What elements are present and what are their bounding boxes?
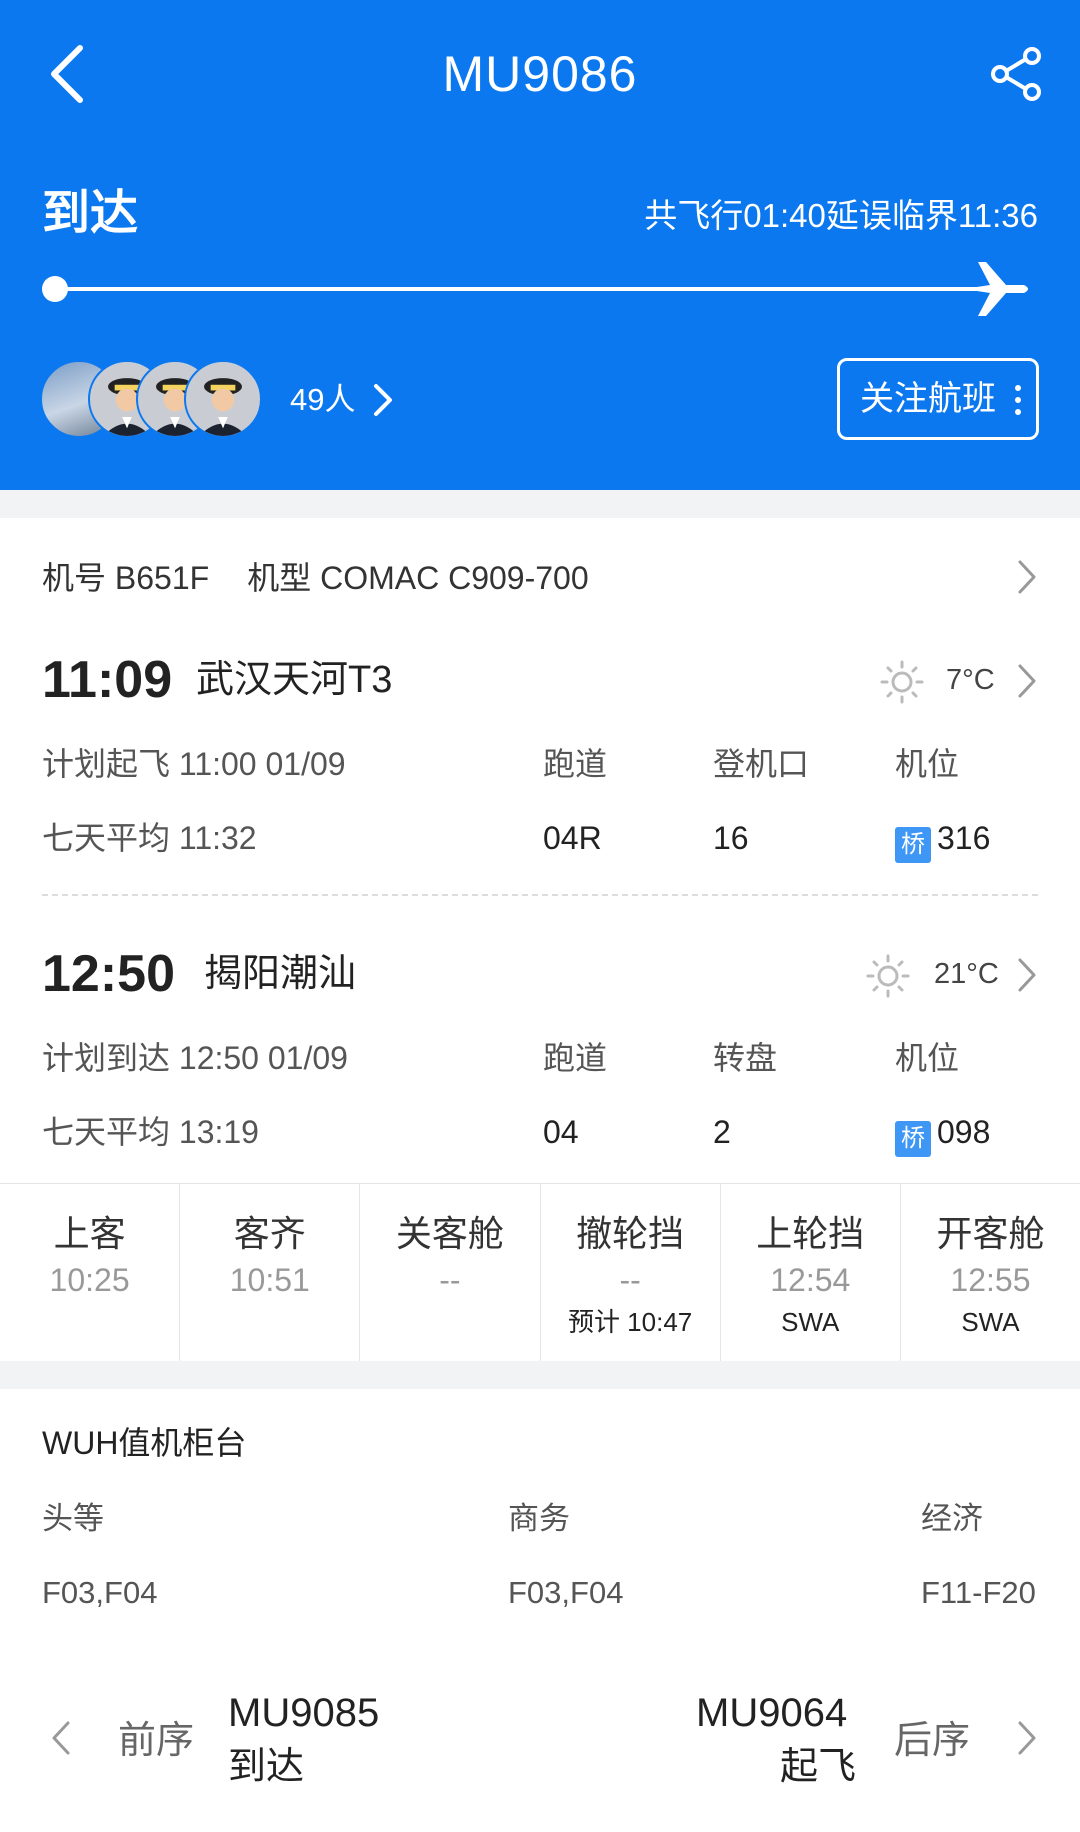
event-note: 预计 10:47 [567,1307,693,1337]
aircraft-type: 机型 COMAC C909-700 [247,560,589,596]
departure-row[interactable]: 11:09 武汉天河T3 7°C [42,648,1042,709]
sunny-icon [866,954,910,998]
more-dots-icon [1014,385,1022,415]
arrival-carousel-label: 转盘 [713,1040,778,1076]
event-name: 撤轮挡 [576,1213,685,1254]
flight-status: 到达 [42,187,139,240]
crew-avatars[interactable] [40,360,270,440]
arrival-runway-value: 04 [543,1114,579,1150]
next-flight-number[interactable]: MU9064 [696,1687,847,1739]
follow-flight-label: 关注航班 [860,380,996,418]
airplane-icon [964,262,1028,316]
next-flight-status: 起飞 [780,1746,857,1788]
event-boarding-complete[interactable]: 客齐 10:51 [180,1184,361,1361]
event-boarding[interactable]: 上客 10:25 [0,1184,181,1361]
event-time: 10:51 [229,1262,310,1298]
pilot-avatar [184,360,262,438]
event-name: 客齐 [233,1213,306,1254]
event-name: 上客 [53,1213,126,1254]
event-name: 关客舱 [395,1213,504,1254]
departure-stand-label: 机位 [895,746,960,782]
progress-origin-dot [42,276,68,302]
first-class-label: 头等 [42,1501,104,1536]
event-name: 上轮挡 [756,1213,865,1254]
follow-flight-button[interactable]: 关注航班 [837,358,1039,440]
departure-stand-value: 桥 316 [895,818,990,863]
chevron-right-icon[interactable] [1016,558,1038,596]
event-chocks-off[interactable]: 撤轮挡 -- 预计 10:47 [541,1184,721,1361]
previous-flight-number[interactable]: MU9085 [228,1687,379,1739]
chevron-right-icon[interactable] [1016,1719,1038,1757]
flight-progress-bar [54,287,1004,291]
departure-runway-label: 跑道 [543,746,608,782]
chevron-left-icon[interactable] [50,1719,72,1757]
chevron-right-icon[interactable] [1016,956,1038,994]
departure-gate-label: 登机口 [713,746,810,782]
economy-class-label: 经济 [921,1501,983,1536]
first-class-counters: F03,F04 [42,1575,158,1610]
departure-seven-day-average: 七天平均 11:32 [42,820,257,856]
sunny-icon [880,660,924,704]
arrival-stand-value: 桥 098 [895,1112,990,1157]
arrival-stand-label: 机位 [895,1040,960,1076]
departure-temperature: 7°C [946,664,995,696]
checkin-title: WUH值机柜台 [42,1425,247,1461]
event-time: 12:54 [770,1262,851,1298]
page-title: MU9086 [442,46,638,102]
chevron-right-icon[interactable] [1016,662,1038,700]
arrival-carousel-value: 2 [713,1114,731,1150]
arrival-stand-number: 098 [937,1114,991,1150]
flight-duration-summary: 共飞行01:40延误临界11:36 [644,197,1038,234]
event-time: -- [619,1262,641,1298]
event-chocks-on[interactable]: 上轮挡 12:54 SWA [721,1184,901,1361]
departure-planned-time: 计划起飞 11:00 01/09 [42,746,346,782]
next-flight-label[interactable]: 后序 [894,1717,970,1765]
event-note: SWA [781,1307,840,1337]
arrival-temperature: 21°C [934,958,999,990]
arrival-actual-time: 12:50 [42,945,175,1003]
business-class-label: 商务 [508,1501,570,1536]
checkin-counter-section: WUH值机柜台 头等 商务 经济 F03,F04 F03,F04 F11-F20… [0,1389,1080,1832]
event-name: 开客舱 [936,1213,1045,1254]
event-cabin-door-open[interactable]: 开客舱 12:55 SWA [901,1184,1080,1361]
arrival-row[interactable]: 12:50 揭阳潮汕 21°C [42,942,1042,1003]
event-cabin-door-closed[interactable]: 关客舱 -- [360,1184,541,1361]
crew-count[interactable]: 49人 [290,380,355,420]
flight-header: MU9086 到达 共飞行01:40延误临界11:36 49人 关注航班 [0,0,1080,490]
economy-class-counters: F11-F20 [921,1575,1036,1610]
share-icon[interactable] [986,44,1046,104]
aircraft-info[interactable]: 机号 B651F 机型 COMAC C909-700 [42,556,627,600]
arrival-runway-label: 跑道 [543,1040,608,1076]
arrival-planned-time: 计划到达 12:50 01/09 [42,1040,348,1076]
chevron-right-icon[interactable] [370,382,396,418]
previous-flight-status: 到达 [228,1746,305,1788]
event-time: -- [439,1262,461,1298]
bridge-badge: 桥 [895,1121,931,1157]
departure-stand-number: 316 [937,820,991,856]
previous-flight-label[interactable]: 前序 [118,1717,194,1765]
event-time: 10:25 [49,1262,130,1298]
business-class-counters: F03,F04 [508,1575,624,1610]
departure-gate-value: 16 [713,820,749,856]
ground-events-bar: 上客 10:25 客齐 10:51 关客舱 -- 撤轮挡 -- 预计 10:47… [0,1183,1080,1361]
departure-runway-value: 04R [543,820,602,856]
departure-actual-time: 11:09 [42,651,173,709]
event-time: 12:55 [950,1262,1031,1298]
arrival-seven-day-average: 七天平均 13:19 [42,1114,259,1150]
departure-airport: 武汉天河T3 [196,659,393,701]
section-divider [42,894,1038,896]
event-note: SWA [961,1307,1020,1337]
arrival-airport: 揭阳潮汕 [204,953,357,995]
flight-detail-card: 机号 B651F 机型 COMAC C909-700 11:09 武汉天河T3 7… [0,518,1080,1183]
aircraft-registration: 机号 B651F [42,560,210,596]
bridge-badge: 桥 [895,827,931,863]
